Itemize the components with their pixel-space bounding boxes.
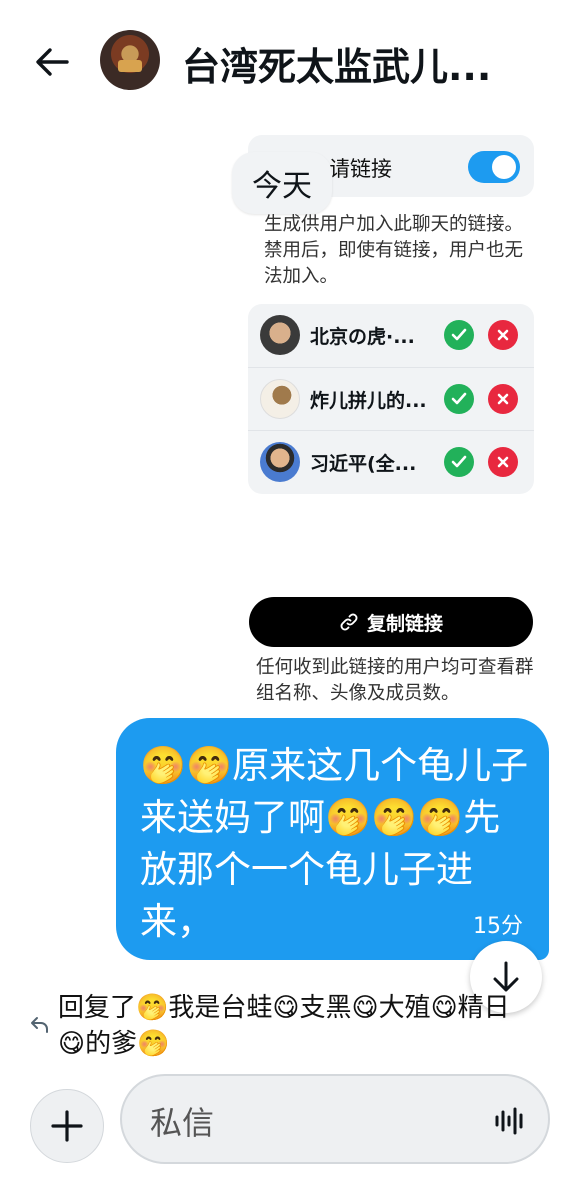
chat-header: 台湾死太监武儿... — [0, 0, 578, 120]
avatar[interactable] — [260, 379, 300, 419]
link-icon — [340, 613, 358, 631]
close-icon — [497, 393, 509, 405]
copy-link-label: 复制链接 — [366, 612, 443, 635]
check-icon — [451, 455, 467, 468]
plus-icon — [51, 1110, 83, 1142]
member-name: 北京の虎·... — [310, 326, 415, 348]
message-text: 🤭🤭原来这几个龟儿子来送妈了啊🤭🤭🤭先放那个一个龟儿子进来， — [140, 744, 529, 943]
member-name: 炸儿拼儿的... — [310, 390, 427, 412]
reject-button[interactable] — [488, 447, 518, 477]
message-input[interactable]: 私信 — [120, 1074, 550, 1164]
attach-button[interactable] — [30, 1089, 104, 1163]
check-icon — [451, 392, 467, 405]
accept-button[interactable] — [444, 447, 474, 477]
group-avatar[interactable] — [100, 30, 160, 90]
reply-icon — [31, 1017, 48, 1033]
join-request-item: 习近平(全... — [248, 430, 534, 493]
reply-preview-text: 回复了🤭我是台蛙😋支黑😋大殖😋精日😋的爹🤭 — [58, 993, 510, 1059]
avatar[interactable] — [260, 315, 300, 355]
accept-button[interactable] — [444, 320, 474, 350]
close-icon — [497, 329, 509, 341]
accept-button[interactable] — [444, 384, 474, 414]
arrow-down-icon — [493, 961, 519, 992]
date-divider: 今天 — [232, 152, 332, 214]
copy-link-description: 任何收到此链接的用户均可查看群组名称、头像及成员数。 — [256, 657, 534, 704]
join-request-list: 北京の虎·... 炸儿拼儿的... 习近平(全... — [248, 304, 534, 494]
close-icon — [497, 456, 509, 468]
back-arrow-icon[interactable] — [30, 42, 74, 82]
message-input-placeholder: 私信 — [150, 1104, 215, 1142]
join-request-item: 北京の虎·... — [248, 304, 534, 367]
message-bubble[interactable]: 🤭🤭原来这几个龟儿子来送妈了啊🤭🤭🤭先放那个一个龟儿子进来， 15分 — [116, 718, 549, 960]
invite-link-description: 生成供用户加入此聊天的链接。禁用后，即使有链接，用户也无法加入。 — [264, 214, 524, 287]
reject-button[interactable] — [488, 320, 518, 350]
chat-title[interactable]: 台湾死太监武儿... — [182, 36, 562, 91]
reject-button[interactable] — [488, 384, 518, 414]
voice-message-icon[interactable] — [494, 1106, 526, 1136]
join-request-item: 炸儿拼儿的... — [248, 367, 534, 430]
copy-link-button[interactable]: 复制链接 — [249, 597, 533, 647]
message-timestamp: 15分 — [473, 914, 523, 939]
check-icon — [451, 328, 467, 341]
avatar[interactable] — [260, 442, 300, 482]
invite-link-toggle[interactable] — [468, 151, 520, 183]
member-name: 习近平(全... — [310, 453, 417, 475]
